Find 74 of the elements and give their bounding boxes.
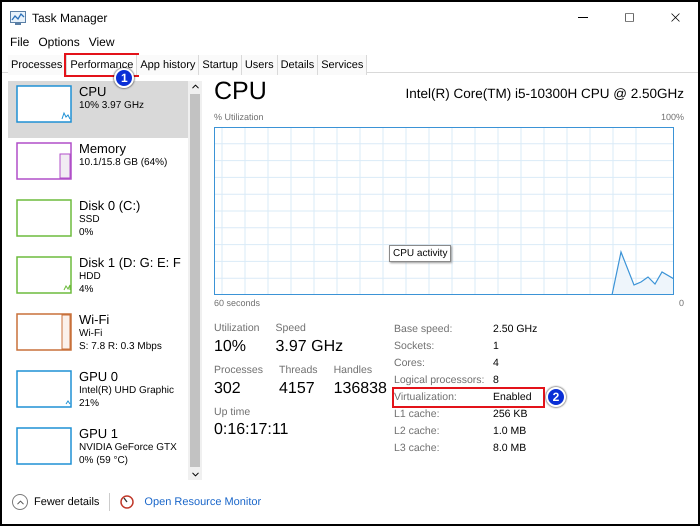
spec-value: 2.50 GHz [493, 322, 538, 337]
resource-item[interactable]: CPU 10% 3.97 GHz [8, 81, 188, 138]
resource-detail: HDD [79, 271, 102, 284]
spec-value: 1 [493, 338, 500, 354]
resource-monitor-icon [120, 495, 134, 509]
axis-label: 0 [678, 296, 684, 310]
axis-label: 60 seconds [214, 296, 260, 310]
resource-name: Disk 1 (D: G: E: F [79, 255, 181, 272]
resource-detail: NVIDIA GeForce GTX [79, 442, 177, 455]
axis-label: 100% [660, 111, 684, 124]
resource-name: GPU 1 [79, 426, 120, 442]
processor-model: Intel(R) Core(TM) i5-10300H CPU @ 2.50GHz [405, 84, 684, 103]
stat-label: Up time [214, 404, 252, 420]
spec-value: 8.0 MB [493, 440, 528, 456]
resource-detail: 10.1/15.8 GB (64%) [79, 157, 168, 170]
spec-value: 4 [493, 356, 500, 371]
tab[interactable]: Users [242, 55, 278, 76]
collapse-icon [12, 494, 28, 510]
resource-detail: SSD [79, 214, 101, 227]
resource-detail: Intel(R) UHD Graphic [79, 385, 174, 398]
resource-name: Wi-Fi [79, 312, 110, 328]
resource-monitor-link[interactable]: Open Resource Monitor [144, 494, 262, 510]
spec-value: 8 [493, 372, 500, 388]
stat-value: 3.97 GHz [276, 336, 344, 357]
tab[interactable]: App history [137, 55, 200, 76]
resource-detail: 21% [79, 398, 100, 410]
scrollbar[interactable] [188, 81, 202, 480]
resource-detail: S: 7.8 R: 0.3 Mbps [79, 340, 162, 354]
maximize-icon [624, 12, 634, 23]
stat-value: 0:16:17:11 [214, 420, 288, 440]
menu-item[interactable]: File [10, 33, 30, 51]
resource-detail: 0% (59 °C) [79, 454, 130, 468]
stat-value: 10% [214, 336, 248, 357]
spec-label: Base speed: [394, 322, 454, 337]
stat-value: 136838 [334, 378, 387, 398]
tab[interactable]: Services [318, 55, 368, 76]
tab[interactable]: Startup [199, 55, 242, 76]
resource-name: Disk 0 (C:) [79, 198, 140, 214]
resource-name: Memory [79, 141, 127, 158]
spec-value: 1.0 MB [493, 424, 528, 439]
resource-detail: 0% [79, 226, 94, 240]
tooltip: CPU activity [389, 244, 452, 262]
fewer-details-button[interactable]: Fewer details [12, 494, 100, 510]
spec-value: 256 KB [493, 406, 528, 422]
spec-label: L3 cache: [394, 440, 441, 456]
spec-value: Enabled [493, 390, 533, 405]
spec-label: L2 cache: [394, 424, 441, 439]
spec-label: Logical processors: [394, 372, 486, 388]
menu-item[interactable]: Options [38, 33, 80, 51]
tab[interactable]: Details [278, 55, 318, 76]
spec-label: Cores: [394, 356, 426, 371]
resource-detail: 10% 3.97 GHz [79, 100, 144, 113]
stat-value: 4157 [279, 378, 316, 398]
callout-badge: 2 [546, 387, 566, 407]
spec-label: L1 cache: [394, 406, 441, 422]
stat-value: 302 [214, 378, 242, 398]
menu-item[interactable]: View [88, 33, 114, 51]
resource-name: GPU 0 [79, 369, 120, 386]
spec-label: Virtualization: [394, 390, 458, 405]
tab[interactable]: Processes [8, 55, 66, 76]
panel-title: CPU [214, 79, 267, 104]
stat-label: Utilization [214, 321, 260, 336]
resource-detail: 4% [79, 284, 94, 296]
window-title: Task Manager [32, 10, 108, 26]
stat-label: Handles [334, 362, 374, 378]
axis-label: % Utilization [214, 111, 264, 124]
resource-detail: Wi-Fi [79, 328, 104, 341]
spec-label: Sockets: [394, 338, 436, 354]
stat-label: Threads [279, 362, 318, 378]
stat-label: Processes [214, 362, 264, 378]
app-icon [10, 10, 26, 24]
minimize-icon [578, 17, 588, 18]
resource-name: CPU [79, 84, 108, 100]
stat-label: Speed [276, 321, 307, 336]
